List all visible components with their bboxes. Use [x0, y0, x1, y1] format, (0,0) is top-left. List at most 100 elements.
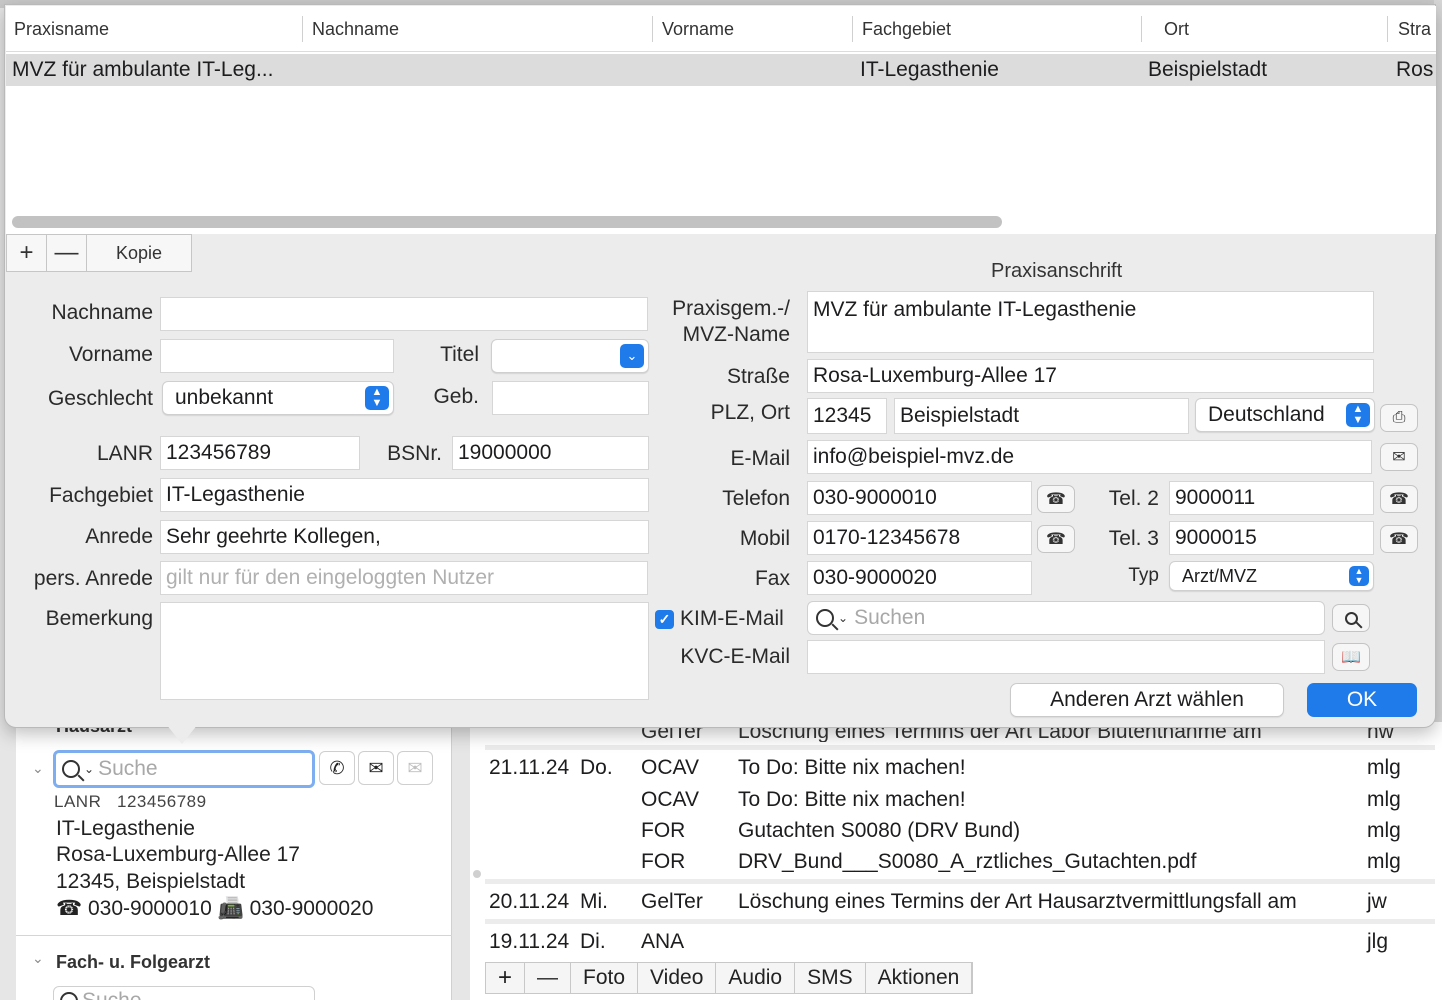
land-select[interactable]: Deutschland ▲ ▼ — [1195, 398, 1375, 432]
remove-entry-button[interactable]: — — [525, 963, 572, 993]
tel3-field[interactable]: 9000015 — [1169, 521, 1374, 555]
hausarzt-search-input[interactable]: ⌄ Suche — [53, 750, 315, 788]
log-row[interactable]: 20.11.24 Mi. GelTer Löschung eines Termi… — [485, 886, 1435, 918]
nachname-field[interactable] — [160, 297, 648, 331]
remove-doctor-button[interactable]: — — [47, 235, 87, 271]
log-row[interactable]: FOR Gutachten S0080 (DRV Bund) mlg — [485, 815, 1435, 847]
search-icon — [62, 760, 80, 778]
horizontal-scrollbar[interactable] — [12, 216, 1002, 228]
kvc-addressbook-button[interactable]: 📖 — [1332, 643, 1370, 671]
fachgebiet-label: Fachgebiet — [49, 484, 153, 507]
kvc-field[interactable] — [807, 640, 1325, 674]
plz-ort-label: PLZ, Ort — [710, 401, 790, 424]
fachgebiet-field[interactable]: IT-Legasthenie — [160, 478, 649, 512]
column-header-strasse[interactable]: Stra — [1390, 6, 1431, 52]
geschlecht-select[interactable]: unbekannt ▲ ▼ — [162, 381, 394, 415]
aktionen-button[interactable]: Aktionen — [866, 963, 973, 993]
chevron-down-icon: ⌄ — [84, 762, 95, 776]
column-divider — [852, 16, 853, 42]
email-label: E-Mail — [730, 447, 790, 470]
titel-label: Titel — [440, 343, 479, 366]
geschlecht-label: Geschlecht — [47, 387, 153, 410]
phone-icon: ☎ — [1046, 531, 1066, 548]
mail-disabled-button[interactable]: ✉ — [397, 751, 433, 785]
log-row[interactable]: 19.11.24 Di. ANA jlg — [485, 926, 1435, 958]
popover-arrow — [166, 724, 198, 744]
column-header-fachgebiet[interactable]: Fachgebiet — [854, 6, 951, 52]
kim-search-button[interactable] — [1332, 604, 1370, 632]
foto-button[interactable]: Foto — [571, 963, 639, 993]
envelope-icon: ✉ — [407, 757, 423, 778]
log-day: Di. — [580, 930, 606, 953]
column-divider — [1141, 16, 1142, 42]
telefon-field[interactable]: 030-9000010 — [807, 481, 1032, 515]
column-header-ort[interactable]: Ort — [1156, 6, 1189, 52]
tel2-label: Tel. 2 — [1108, 487, 1159, 510]
book-icon: 📖 — [1341, 649, 1361, 666]
log-row[interactable]: OCAV To Do: Bitte nix machen! mlg — [485, 784, 1435, 816]
doctor-phone-fax: ☎ 030-9000010 📠 030-9000020 — [56, 897, 374, 920]
search-icon — [1344, 611, 1358, 625]
table-row[interactable]: MVZ für ambulante IT-Leg... IT-Legasthen… — [6, 54, 1436, 86]
audio-button[interactable]: Audio — [716, 963, 796, 993]
cell-strasse: Ros — [1396, 58, 1434, 81]
mobil-field[interactable]: 0170-12345678 — [807, 521, 1032, 555]
call-button[interactable]: ✆ — [319, 751, 355, 785]
fach-search-input[interactable]: Suche — [53, 986, 315, 1000]
strasse-field[interactable]: Rosa-Luxemburg-Allee 17 — [807, 359, 1374, 393]
bemerkung-field[interactable] — [160, 602, 649, 700]
fax-field[interactable]: 030-9000020 — [807, 561, 1032, 595]
call-tel2-button[interactable]: ☎ — [1380, 485, 1418, 513]
chevron-down-icon[interactable]: ⌄ — [32, 760, 44, 777]
bsnr-field[interactable]: 19000000 — [452, 436, 649, 470]
anrede-label: Anrede — [85, 525, 153, 548]
column-header-nachname[interactable]: Nachname — [304, 6, 399, 52]
kim-checkbox[interactable]: ✓ — [655, 610, 674, 629]
call-mobil-button[interactable]: ☎ — [1037, 525, 1075, 553]
log-date: 19.11.24 — [489, 930, 570, 953]
email-field[interactable]: info@beispiel-mvz.de — [807, 440, 1372, 474]
log-row[interactable]: FOR DRV_Bund___S0080_A_rztliches_Gutacht… — [485, 846, 1435, 878]
anrede-field[interactable]: Sehr geehrte Kollegen, — [160, 520, 649, 554]
ok-button[interactable]: OK — [1307, 683, 1417, 717]
ort-field[interactable]: Beispielstadt — [894, 398, 1189, 434]
kim-search-input[interactable]: ⌄ Suchen — [807, 601, 1325, 635]
geb-field[interactable] — [492, 381, 649, 415]
log-day: Do. — [580, 756, 613, 779]
add-doctor-button[interactable]: + — [7, 235, 47, 271]
other-doctor-button[interactable]: Anderen Arzt wählen — [1010, 683, 1284, 717]
log-separator — [485, 745, 1435, 750]
call-tel3-button[interactable]: ☎ — [1380, 525, 1418, 553]
vorname-field[interactable] — [160, 339, 394, 373]
pers-anrede-field[interactable]: gilt nur für den eingeloggten Nutzer — [160, 561, 648, 595]
table-header: Praxisname Nachname Vorname Fachgebiet O… — [6, 6, 1436, 52]
splitter-handle[interactable] — [473, 870, 481, 878]
lanr-field[interactable]: 123456789 — [160, 436, 360, 470]
bsnr-label: BSNr. — [387, 442, 442, 465]
call-telefon-button[interactable]: ☎ — [1037, 485, 1075, 513]
add-entry-button[interactable]: + — [486, 963, 526, 993]
titel-select[interactable]: ⌄ — [491, 339, 649, 373]
video-button[interactable]: Video — [638, 963, 717, 993]
praxisname-label-line1: Praxisgem.-/ — [672, 297, 790, 320]
typ-select[interactable]: Arzt/MVZ ▲ ▼ — [1169, 561, 1374, 591]
sms-button[interactable]: SMS — [795, 963, 866, 993]
search-placeholder: Suche — [98, 757, 158, 780]
mail-button[interactable]: ✉ — [358, 751, 394, 785]
envelope-icon: ✉ — [368, 757, 384, 778]
phone-icon: ☎ — [1389, 531, 1409, 548]
print-button[interactable]: ⎙ — [1380, 404, 1418, 432]
log-row[interactable]: 21.11.24 Do. OCAV To Do: Bitte nix mache… — [485, 752, 1435, 784]
log-user: mlg — [1367, 788, 1401, 811]
chevron-down-icon[interactable]: ⌄ — [32, 950, 44, 967]
copy-doctor-button[interactable]: Kopie — [87, 235, 191, 271]
send-email-button[interactable]: ✉ — [1380, 443, 1418, 471]
column-header-vorname[interactable]: Vorname — [654, 6, 734, 52]
log-code: OCAV — [641, 788, 699, 811]
plz-field[interactable]: 12345 — [807, 398, 887, 434]
praxisname-field[interactable]: MVZ für ambulante IT-Legasthenie — [807, 291, 1374, 353]
phone-icon: ☎ — [1389, 491, 1409, 508]
lanr-value: 123456789 — [117, 792, 207, 811]
tel2-field[interactable]: 9000011 — [1169, 481, 1374, 515]
column-header-praxisname[interactable]: Praxisname — [6, 6, 109, 52]
